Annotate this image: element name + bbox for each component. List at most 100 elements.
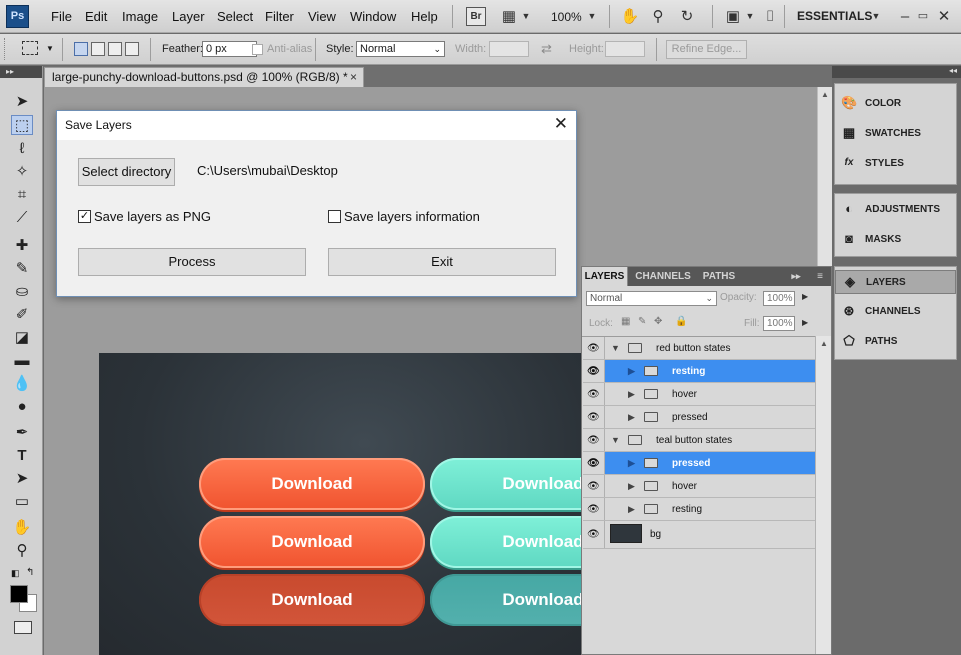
crop-tool-icon[interactable]: ⌗ <box>11 185 33 205</box>
layer-row[interactable]: 👁 ▶ resting <box>583 360 815 383</box>
rotate-view-icon[interactable]: ↻ <box>677 6 697 27</box>
dialog-titlebar[interactable]: Save Layers ✕ <box>57 111 576 140</box>
layer-row[interactable]: 👁 ▼ teal button states <box>583 429 815 452</box>
path-selection-icon[interactable]: ➤ <box>11 469 33 489</box>
fill-arrow-icon[interactable]: ▶ <box>802 318 808 327</box>
marquee-preset-icon[interactable] <box>22 41 38 55</box>
chevron-down-icon[interactable]: ▼ <box>521 6 531 27</box>
new-selection-icon[interactable] <box>74 42 88 56</box>
minimize-icon[interactable]: – <box>898 6 912 27</box>
magic-wand-icon[interactable]: ✧ <box>11 162 33 182</box>
lock-image-icon[interactable]: ✎ <box>638 316 646 327</box>
menu-filter[interactable]: Filter <box>265 9 294 24</box>
marquee-tool-icon[interactable]: ⬚ <box>11 115 33 135</box>
dodge-tool-icon[interactable]: ● <box>11 397 33 417</box>
collapse-icon[interactable]: ▸▸ <box>789 267 803 286</box>
chevron-down-icon[interactable]: ▼ <box>745 6 755 27</box>
select-directory-button[interactable]: Select directory <box>78 158 175 186</box>
hand-tool-icon[interactable]: ✋ <box>11 518 33 538</box>
history-brush-icon[interactable]: ✐ <box>11 305 33 325</box>
subtract-selection-icon[interactable] <box>108 42 122 56</box>
chevron-down-icon[interactable]: ▼ <box>46 44 54 53</box>
foreground-color-swatch[interactable] <box>10 585 28 603</box>
layer-row[interactable]: 👁 ▶ pressed <box>583 406 815 429</box>
collapsed-triangle-icon[interactable]: ▶ <box>628 389 635 400</box>
close-icon[interactable]: × <box>350 68 357 86</box>
restore-icon[interactable]: ▭ <box>916 6 930 27</box>
menu-help[interactable]: Help <box>411 9 438 24</box>
tab-channels[interactable]: CHANNELS <box>632 267 694 286</box>
dock-item-swatches[interactable]: ▦ SWATCHES <box>841 122 953 146</box>
exit-button[interactable]: Exit <box>328 248 556 276</box>
visibility-toggle[interactable]: 👁 <box>583 383 605 405</box>
collapsed-triangle-icon[interactable]: ▶ <box>628 504 635 515</box>
visibility-toggle[interactable]: 👁 <box>583 475 605 497</box>
visibility-toggle[interactable]: 👁 <box>583 406 605 428</box>
screen-mode-icon[interactable]: ⌷ <box>765 6 775 27</box>
visibility-toggle[interactable]: 👁 <box>583 521 605 548</box>
fill-input[interactable]: 100% <box>763 316 795 331</box>
collapsed-triangle-icon[interactable]: ▶ <box>628 366 635 377</box>
expand-triangle-icon[interactable]: ▼ <box>611 343 620 353</box>
default-colors-icon[interactable]: ◧ <box>11 568 20 579</box>
add-selection-icon[interactable] <box>91 42 105 56</box>
menu-view[interactable]: View <box>308 9 336 24</box>
intersect-selection-icon[interactable] <box>125 42 139 56</box>
antialias-checkbox[interactable] <box>252 44 263 55</box>
menu-select[interactable]: Select <box>217 9 253 24</box>
lasso-tool-icon[interactable]: ℓ <box>11 139 33 159</box>
scroll-up-icon[interactable]: ▲ <box>821 90 829 99</box>
type-tool-icon[interactable]: T <box>11 446 33 466</box>
tab-layers[interactable]: LAYERS <box>582 267 628 286</box>
layers-scrollbar[interactable]: ▲ <box>815 336 831 654</box>
expand-triangle-icon[interactable]: ▼ <box>611 435 620 445</box>
visibility-toggle[interactable]: 👁 <box>583 498 605 520</box>
visibility-toggle[interactable]: 👁 <box>583 452 605 474</box>
move-tool-icon[interactable]: ➤ <box>11 92 33 112</box>
style-select[interactable]: Normal ⌄ <box>356 41 445 57</box>
layer-row[interactable]: 👁 ▶ hover <box>583 475 815 498</box>
tab-paths[interactable]: PATHS <box>699 267 739 286</box>
layer-row[interactable]: 👁 ▶ resting <box>583 498 815 521</box>
collapse-icon[interactable]: ◂◂ <box>949 66 957 75</box>
healing-brush-icon[interactable]: ✚ <box>11 236 33 256</box>
layer-row[interactable]: 👁 ▶ pressed <box>583 452 815 475</box>
document-tab[interactable]: large-punchy-download-buttons.psd @ 100%… <box>44 67 364 87</box>
menu-window[interactable]: Window <box>350 9 396 24</box>
blur-tool-icon[interactable]: 💧 <box>11 374 33 394</box>
panel-menu-icon[interactable]: ≡ <box>811 267 829 286</box>
arrange-documents-icon[interactable]: ▣ <box>723 6 743 27</box>
menu-image[interactable]: Image <box>122 9 158 24</box>
clone-stamp-icon[interactable]: ⛀ <box>11 282 33 302</box>
chevron-down-icon[interactable]: ▼ <box>587 6 597 27</box>
dock-item-channels[interactable]: ⊛ CHANNELS <box>841 300 953 324</box>
dock-item-masks[interactable]: ◙ MASKS <box>841 228 953 252</box>
lock-all-icon[interactable]: 🔒 <box>675 316 687 327</box>
bridge-icon[interactable]: Br <box>466 7 486 26</box>
lock-transparent-icon[interactable]: ▦ <box>621 316 630 327</box>
gradient-tool-icon[interactable]: ▬ <box>11 351 33 371</box>
close-icon[interactable]: ✕ <box>554 114 568 134</box>
zoom-icon[interactable]: ⚲ <box>648 6 668 27</box>
dock-item-layers[interactable]: ◈ LAYERS <box>835 270 956 294</box>
save-png-checkbox[interactable]: ✓ <box>78 210 91 223</box>
layer-row[interactable]: 👁 ▶ hover <box>583 383 815 406</box>
pen-tool-icon[interactable]: ✒ <box>11 423 33 443</box>
dock-grip[interactable]: ◂◂ <box>832 66 961 78</box>
layer-row[interactable]: 👁 ▼ red button states <box>583 337 815 360</box>
grip-handle[interactable] <box>4 38 10 60</box>
collapsed-triangle-icon[interactable]: ▶ <box>628 412 635 423</box>
hand-icon[interactable]: ✋ <box>620 6 640 27</box>
process-button[interactable]: Process <box>78 248 306 276</box>
scroll-up-icon[interactable]: ▲ <box>820 339 828 348</box>
dock-item-adjustments[interactable]: ◐ ADJUSTMENTS <box>841 198 953 222</box>
quick-mask-icon[interactable] <box>14 621 32 634</box>
swap-colors-icon[interactable]: ↰ <box>26 567 34 578</box>
visibility-toggle[interactable]: 👁 <box>583 360 605 382</box>
menu-edit[interactable]: Edit <box>85 9 107 24</box>
shape-tool-icon[interactable]: ▭ <box>11 492 33 512</box>
menu-file[interactable]: File <box>51 9 72 24</box>
layer-row[interactable]: 👁 bg <box>583 521 815 549</box>
visibility-toggle[interactable]: 👁 <box>583 429 605 451</box>
eyedropper-icon[interactable]: ⟋ <box>11 208 33 228</box>
